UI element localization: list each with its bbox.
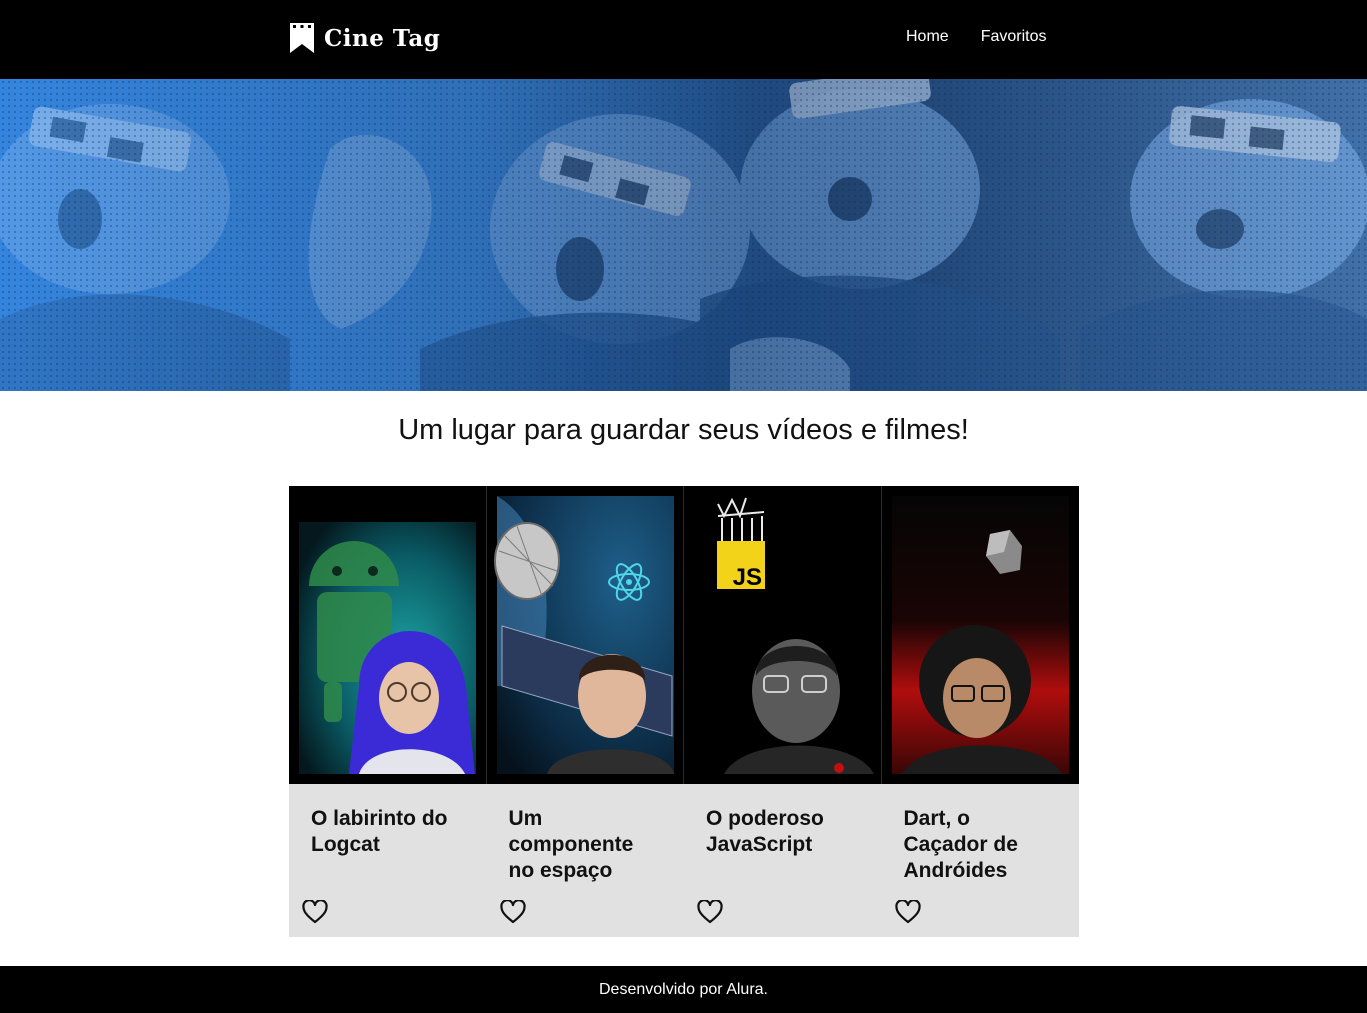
video-card: O labirinto do Logcat — [289, 486, 487, 937]
site-header: Cine Tag Home Favoritos — [0, 0, 1367, 79]
js-badge-text: JS — [733, 564, 762, 591]
favorite-button[interactable] — [697, 899, 723, 924]
banner-image — [0, 79, 1367, 391]
video-card-body: Um componente no espaço — [486, 784, 684, 937]
video-card: Dart, o Caçador de Andróides — [881, 486, 1079, 937]
video-card-body: O labirinto do Logcat — [289, 784, 487, 937]
footer-credit: Desenvolvido por Alura. — [599, 980, 768, 998]
video-card-body: O poderoso JavaScript — [684, 784, 882, 937]
heart-outline-icon — [302, 899, 328, 924]
heart-outline-icon — [697, 899, 723, 924]
favorite-button[interactable] — [302, 899, 328, 924]
page-subtitle: Um lugar para guardar seus vídeos e film… — [398, 414, 969, 446]
video-card-body: Dart, o Caçador de Andróides — [881, 784, 1079, 937]
video-card: Um componente no espaço — [486, 486, 684, 937]
video-card-grid: O labirinto do Logcat Um componente no e… — [289, 486, 1079, 937]
favorite-button[interactable] — [499, 899, 526, 924]
site-footer: Desenvolvido por Alura. — [0, 966, 1367, 1013]
heart-outline-icon — [499, 899, 526, 924]
video-card: JS O poderoso JavaScript — [684, 486, 882, 937]
hero-banner — [0, 79, 1367, 391]
video-card-title: O labirinto do Logcat — [311, 807, 448, 856]
react-space-thumbnail-image — [493, 496, 674, 774]
video-card-title: Dart, o Caçador de Andróides — [903, 807, 1018, 882]
dart-thumbnail-image — [891, 496, 1069, 774]
video-thumbnail[interactable] — [881, 486, 1079, 784]
video-card-title: Um componente no espaço — [508, 807, 634, 882]
android-thumbnail-image — [299, 522, 476, 774]
heart-outline-icon — [894, 899, 921, 924]
film-bookmark-icon — [290, 23, 314, 53]
logo-text: Cine Tag — [324, 24, 441, 52]
nav-favoritos-link[interactable]: Favoritos — [981, 28, 1047, 46]
nav-home-link[interactable]: Home — [906, 28, 949, 46]
video-card-title: O poderoso JavaScript — [706, 807, 824, 856]
video-thumbnail[interactable] — [486, 486, 684, 784]
video-thumbnail[interactable] — [289, 486, 487, 784]
javascript-thumbnail-image: JS — [684, 486, 881, 784]
favorite-button[interactable] — [894, 899, 921, 924]
main-nav: Home Favoritos — [906, 28, 1046, 46]
logo-link[interactable]: Cine Tag — [290, 20, 440, 56]
video-thumbnail[interactable]: JS — [684, 486, 882, 784]
